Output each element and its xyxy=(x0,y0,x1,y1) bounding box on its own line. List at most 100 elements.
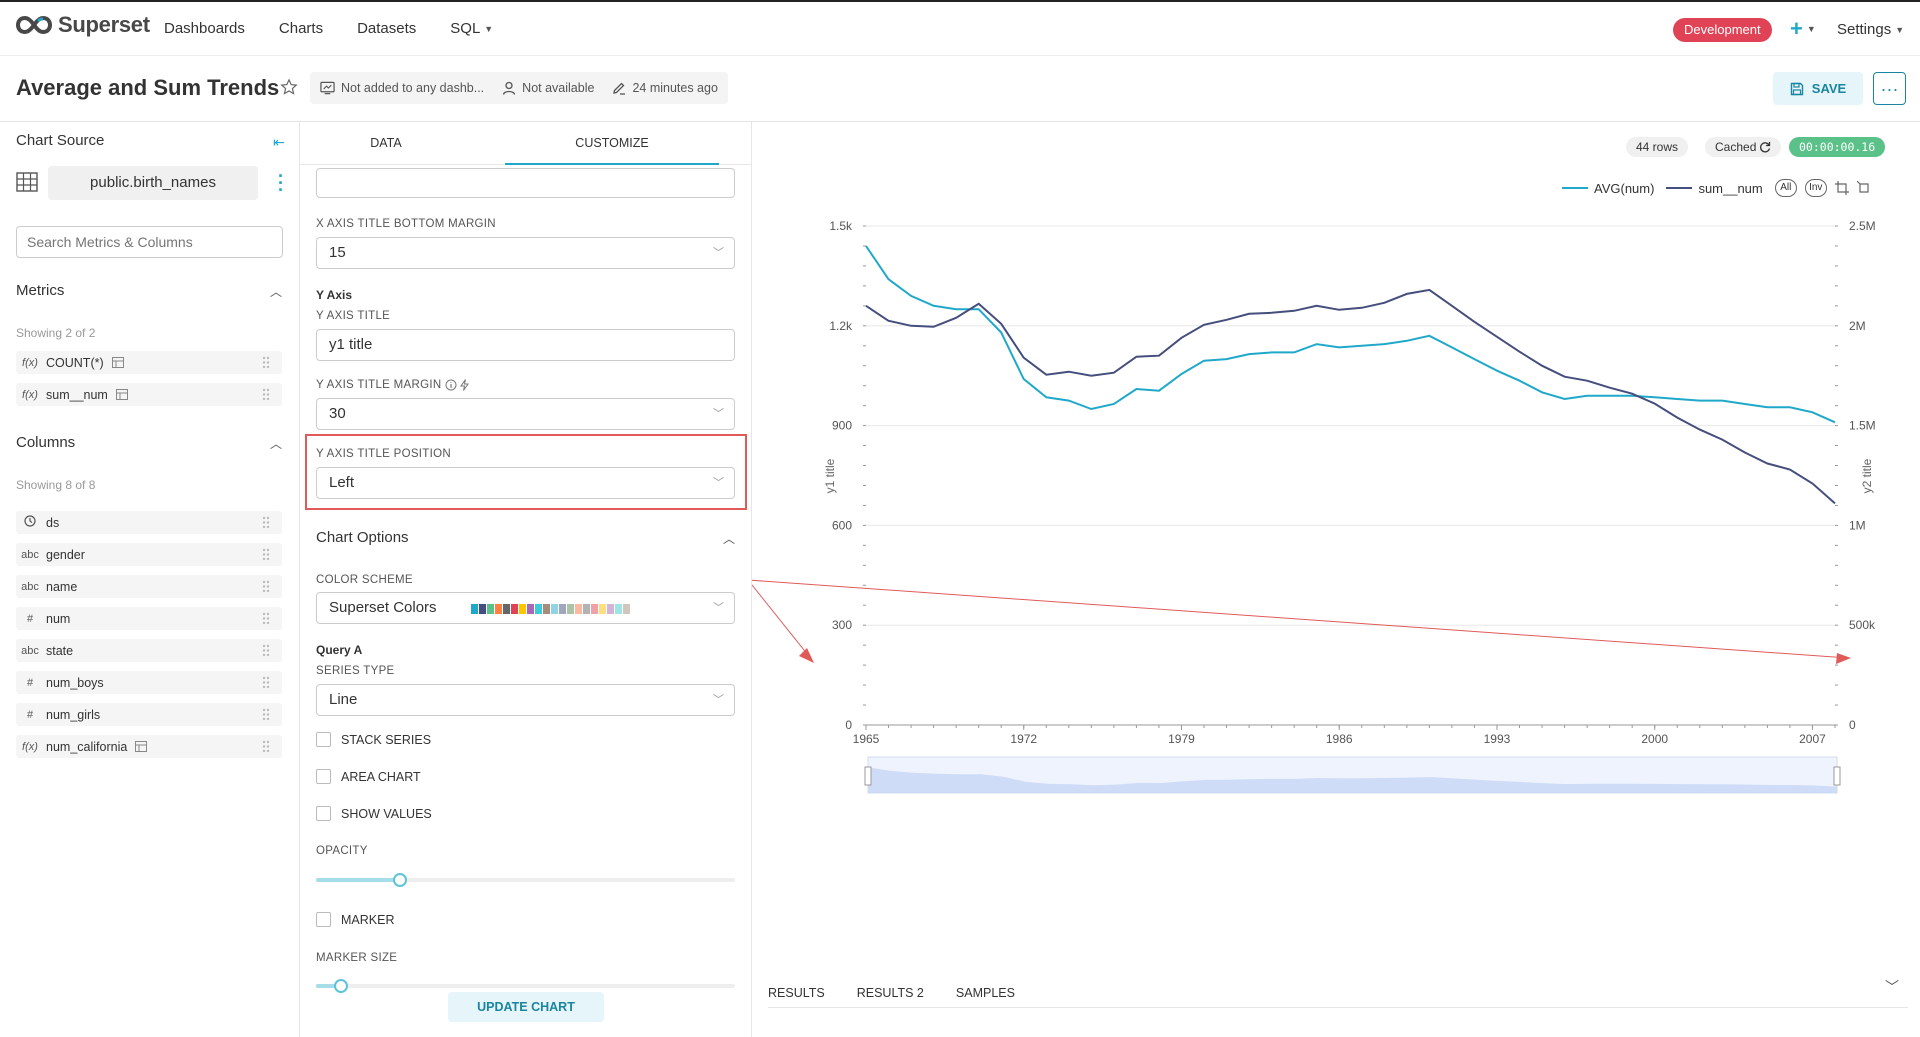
legend-select-all-button[interactable]: All xyxy=(1774,179,1797,197)
area-chart-checkbox-row[interactable]: AREA CHART xyxy=(316,769,421,784)
column-item[interactable]: abc name xyxy=(16,575,282,598)
data-tabs: RESULTS RESULTS 2 SAMPLES xyxy=(768,978,1908,1008)
chevron-up-icon[interactable]: ︿ xyxy=(270,283,282,300)
metric-name: COUNT(*) xyxy=(46,355,104,370)
nav-sql[interactable]: SQL ▼ xyxy=(450,20,493,37)
tab-samples[interactable]: SAMPLES xyxy=(956,978,1015,1007)
zoom-select-icon[interactable] xyxy=(1834,181,1849,195)
brand-name: Superset xyxy=(58,12,150,37)
dataset-name[interactable]: public.birth_names xyxy=(48,166,258,200)
color-swatch xyxy=(615,604,622,614)
dataset-menu-icon[interactable]: · · · xyxy=(278,167,284,199)
chart-title[interactable]: Average and Sum Trends xyxy=(16,75,279,101)
legend-invert-button[interactable]: Inv xyxy=(1804,179,1827,197)
environment-badge: Development xyxy=(1673,18,1772,42)
nav-datasets[interactable]: Datasets xyxy=(357,20,416,37)
chevron-down-icon: ﹀ xyxy=(713,408,724,420)
marker-checkbox[interactable] xyxy=(316,912,331,927)
nav-dashboards[interactable]: Dashboards xyxy=(164,20,245,37)
legend-item-sum-num[interactable]: sum__num xyxy=(1666,181,1763,196)
caret-down-icon: ▼ xyxy=(1806,24,1816,34)
drag-handle-icon[interactable] xyxy=(262,676,270,689)
marker-size-slider[interactable] xyxy=(316,979,735,993)
modified-meta[interactable]: 24 minutes ago xyxy=(612,81,718,95)
save-label: SAVE xyxy=(1811,81,1847,96)
opacity-slider[interactable] xyxy=(316,873,735,887)
input-value: y1 title xyxy=(329,336,373,353)
x-axis-title-bottom-margin-select[interactable]: 15 ﹀ xyxy=(316,237,735,269)
chevron-up-icon[interactable]: ︿ xyxy=(270,435,282,452)
column-name: num_boys xyxy=(46,675,104,690)
color-swatch xyxy=(511,604,518,614)
update-chart-button[interactable]: UPDATE CHART xyxy=(448,992,604,1022)
y-axis-title-position-select[interactable]: Left ﹀ xyxy=(316,467,735,499)
column-name: num xyxy=(46,611,71,626)
chart-options-header[interactable]: Chart Options xyxy=(316,529,409,546)
drag-handle-icon[interactable] xyxy=(262,516,270,529)
info-icon[interactable] xyxy=(445,379,457,391)
drag-handle-icon[interactable] xyxy=(262,740,270,753)
column-item[interactable]: f(x) num_california xyxy=(16,735,282,758)
y2-axis-tick-label: 1M xyxy=(1849,518,1866,532)
row-count-badge: 44 rows xyxy=(1626,137,1689,157)
cached-badge[interactable]: Cached xyxy=(1705,137,1782,157)
select-value: Superset Colors xyxy=(329,599,437,616)
marker-checkbox-row[interactable]: MARKER xyxy=(316,912,394,927)
chevron-up-icon[interactable]: ︿ xyxy=(723,530,735,547)
new-item-button[interactable]: + ▼ xyxy=(1790,16,1816,42)
nav-sql-label: SQL xyxy=(450,20,481,37)
area-chart-checkbox[interactable] xyxy=(316,769,331,784)
show-values-label: SHOW VALUES xyxy=(341,806,432,821)
y-axis-title-input[interactable]: y1 title xyxy=(316,329,735,361)
marker-size-slider-handle[interactable] xyxy=(334,979,349,993)
owner-meta[interactable]: Not available xyxy=(502,81,594,95)
metric-item[interactable]: f(x) COUNT(*) xyxy=(16,351,282,374)
show-values-checkbox[interactable] xyxy=(316,806,331,821)
column-item[interactable]: # num_girls xyxy=(16,703,282,726)
tab-data[interactable]: DATA xyxy=(300,122,472,165)
dashboard-meta[interactable]: Not added to any dashb... xyxy=(320,81,484,95)
drag-handle-icon[interactable] xyxy=(262,388,270,401)
tab-customize[interactable]: CUSTOMIZE xyxy=(505,122,719,165)
color-scheme-select[interactable]: Superset Colors ﹀ xyxy=(316,592,735,624)
star-icon[interactable] xyxy=(280,78,298,96)
stack-series-checkbox[interactable] xyxy=(316,732,331,747)
metric-item[interactable]: f(x) sum__num xyxy=(16,383,282,406)
drag-handle-icon[interactable] xyxy=(262,644,270,657)
column-item[interactable]: # num_boys xyxy=(16,671,282,694)
y-axis-heading: Y Axis xyxy=(316,288,353,302)
drag-handle-icon[interactable] xyxy=(262,612,270,625)
column-item[interactable]: abc state xyxy=(16,639,282,662)
save-icon xyxy=(1790,82,1803,95)
settings-menu[interactable]: Settings ▼ xyxy=(1837,21,1904,38)
stack-series-checkbox-row[interactable]: STACK SERIES xyxy=(316,732,431,747)
drag-handle-icon[interactable] xyxy=(262,580,270,593)
legend-item-avg-num[interactable]: AVG(num) xyxy=(1562,181,1654,196)
marker-size-label: MARKER SIZE xyxy=(316,952,398,964)
column-item[interactable]: abc gender xyxy=(16,543,282,566)
opacity-slider-handle[interactable] xyxy=(392,873,407,887)
tab-results-2[interactable]: RESULTS 2 xyxy=(857,978,924,1007)
series-type-select[interactable]: Line ﹀ xyxy=(316,684,735,716)
superset-logo[interactable]: Superset xyxy=(16,12,150,38)
drag-handle-icon[interactable] xyxy=(262,548,270,561)
collapse-panel-icon[interactable]: ⇤ xyxy=(273,134,285,151)
save-button[interactable]: SAVE xyxy=(1773,72,1863,105)
show-values-checkbox-row[interactable]: SHOW VALUES xyxy=(316,806,432,821)
drag-handle-icon[interactable] xyxy=(262,708,270,721)
zoom-reset-icon[interactable] xyxy=(1856,181,1871,195)
drag-handle-icon[interactable] xyxy=(262,356,270,369)
caret-down-icon: ▼ xyxy=(484,23,494,34)
chevron-down-icon[interactable]: ﹀ xyxy=(1885,977,1899,997)
y-axis-title-margin-select[interactable]: 30 ﹀ xyxy=(316,398,735,430)
column-item[interactable]: ds xyxy=(16,511,282,534)
y-axis-tick-label: 0 xyxy=(845,718,852,732)
search-metrics-input[interactable] xyxy=(16,226,283,258)
previous-field-input[interactable] xyxy=(316,168,735,198)
column-item[interactable]: # num xyxy=(16,607,282,630)
more-options-button[interactable]: ··· xyxy=(1873,72,1906,105)
tab-results[interactable]: RESULTS xyxy=(768,978,825,1007)
settings-label: Settings xyxy=(1837,21,1892,38)
nav-charts[interactable]: Charts xyxy=(279,20,323,37)
annotation-arrowhead xyxy=(1836,653,1851,664)
